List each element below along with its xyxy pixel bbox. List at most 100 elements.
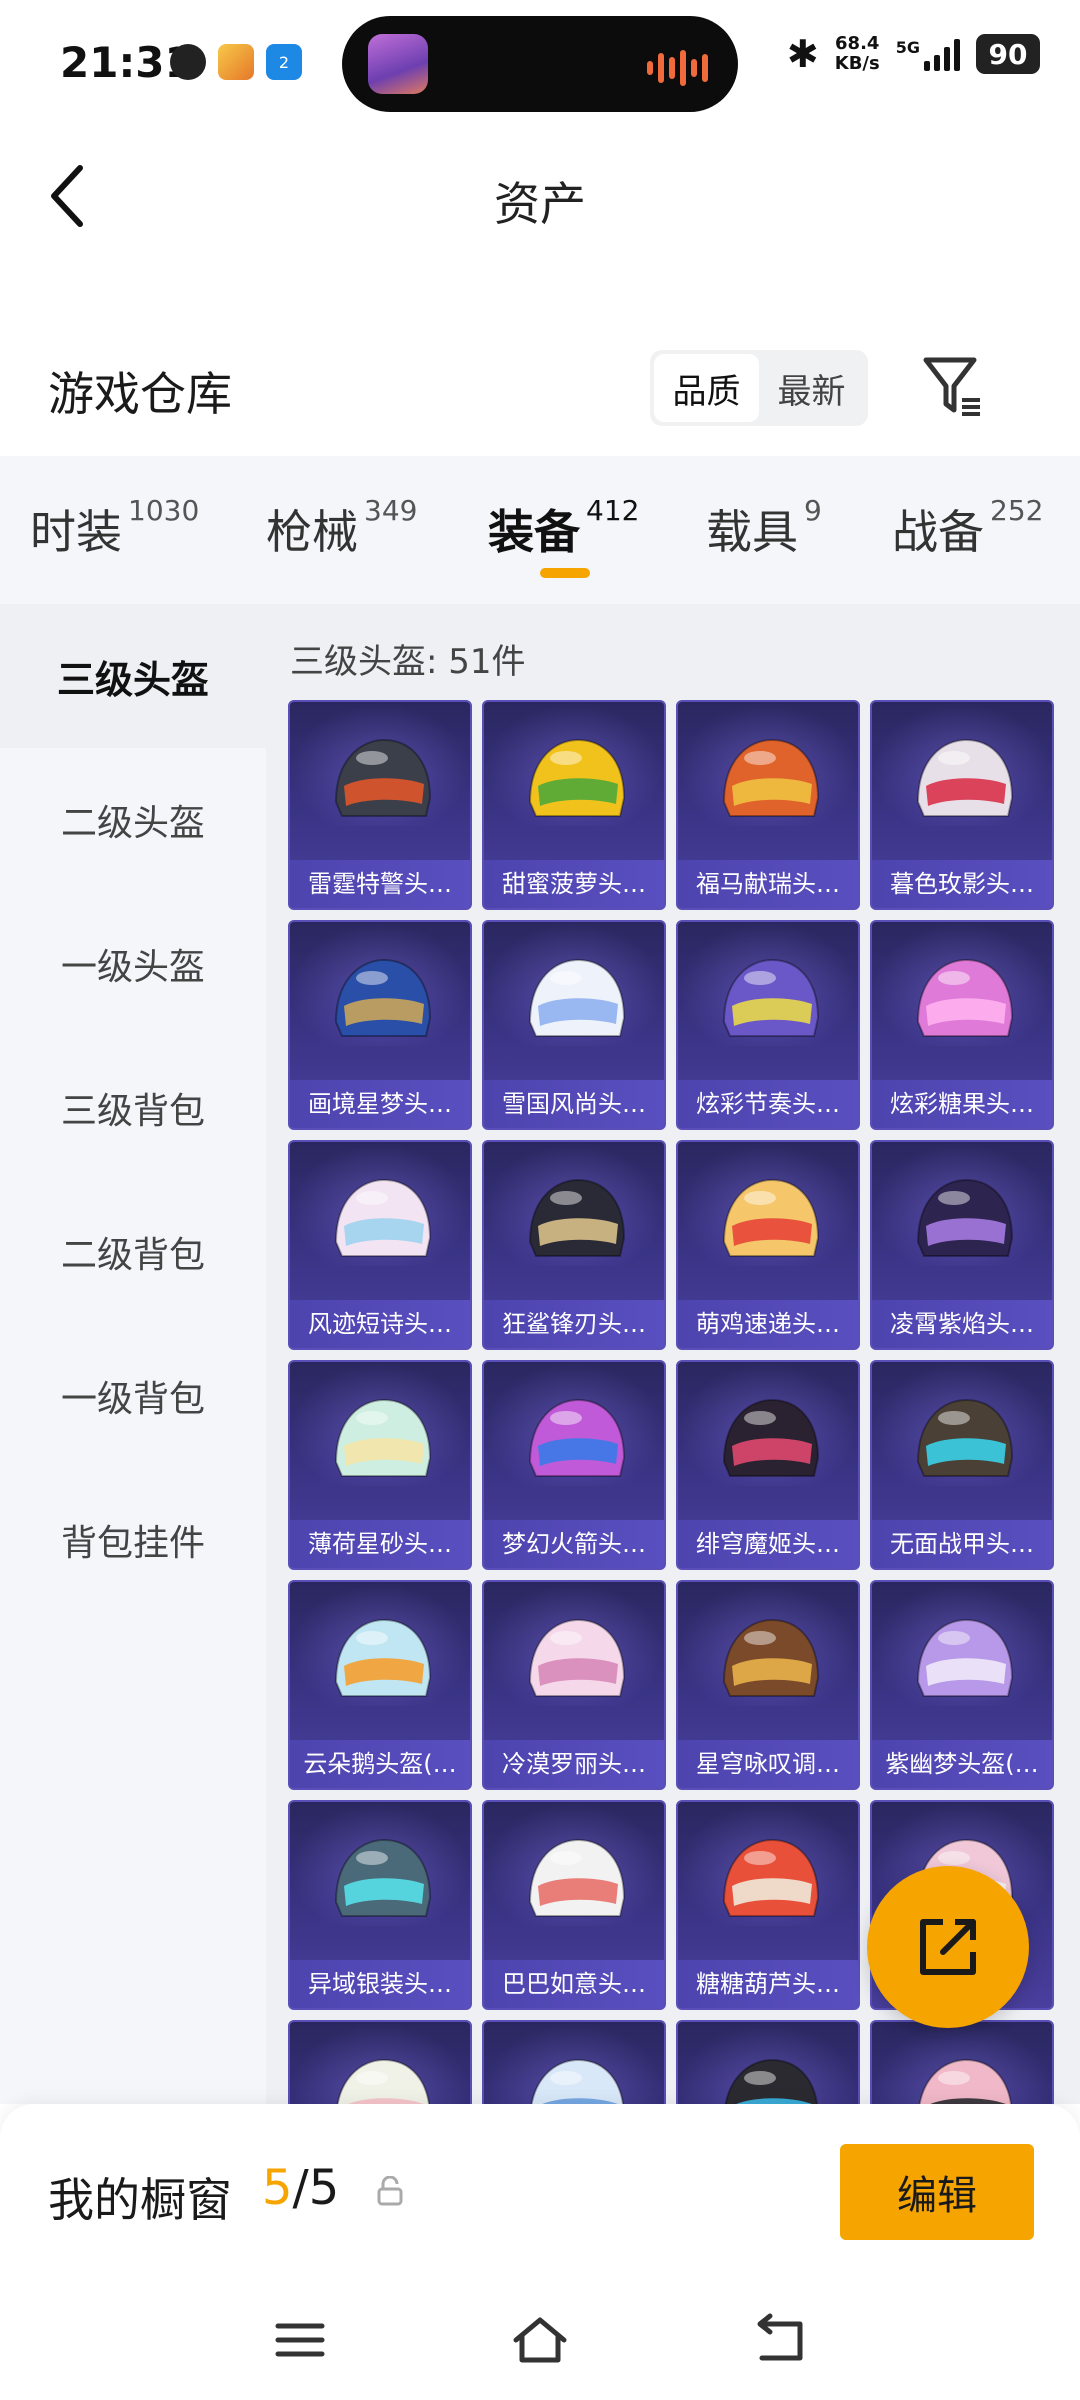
item-card[interactable]: 福马献瑞头… [676,700,860,910]
sidebar-item-level2-backpack[interactable]: 二级背包 [0,1180,266,1324]
item-card[interactable]: 紫幽梦头盔(… [870,1580,1054,1790]
flame-app-icon [170,44,206,80]
tab-count: 9 [804,494,822,527]
helmet-icon [528,738,626,817]
tab-fashion[interactable]: 时装 1030 [30,494,200,562]
tab-count: 252 [990,494,1044,527]
battery-icon: 90 [976,34,1040,74]
showcase-count: 5/5 [262,2160,339,2216]
tab-supplies[interactable]: 战备 252 [892,494,1044,562]
helmet-icon [722,1178,820,1257]
helmet-icon [916,738,1014,817]
item-name: 甜蜜菠萝头… [484,860,664,908]
helmet-icon [336,2058,430,2104]
item-name: 云朵鹅头盔(… [290,1740,470,1788]
tab-equipment[interactable]: 装备 412 [488,494,640,562]
item-card[interactable] [288,2020,472,2104]
item-card[interactable]: 甜蜜菠萝头… [482,700,666,910]
helmet-icon [916,1178,1014,1257]
sidebar-item-level3-helmet[interactable]: 三级头盔 [0,604,266,748]
helmet-icon [530,2058,624,2104]
helmet-icon [528,1178,626,1257]
sidebar-item-level1-backpack[interactable]: 一级背包 [0,1324,266,1468]
item-name: 雪国风尚头… [484,1080,664,1128]
helmet-icon [916,1618,1014,1697]
helmet-icon [334,1178,432,1257]
item-name: 炫彩节奏头… [678,1080,858,1128]
sort-quality-button[interactable]: 品质 [654,354,759,422]
tab-label: 时装 [30,505,122,559]
item-card[interactable]: 炫彩节奏头… [676,920,860,1130]
tab-vehicles[interactable]: 载具 9 [706,494,822,562]
helmet-icon [528,1398,626,1477]
item-card[interactable]: 梦幻火箭头… [482,1360,666,1570]
item-card[interactable]: 炫彩糖果头… [870,920,1054,1130]
share-icon [920,1919,976,1975]
menu-nav-button[interactable] [270,2310,330,2370]
helmet-icon [722,738,820,817]
helmet-icon [334,738,432,817]
item-card[interactable]: 雷霆特警头… [288,700,472,910]
item-card[interactable]: 画境星梦头… [288,920,472,1130]
tab-label: 枪械 [266,505,358,559]
item-card[interactable]: 异域银装头… [288,1800,472,2010]
sidebar-item-backpack-charm[interactable]: 背包挂件 [0,1468,266,1612]
item-card[interactable]: 无面战甲头… [870,1360,1054,1570]
item-card[interactable]: 风迹短诗头… [288,1140,472,1350]
sort-newest-button[interactable]: 最新 [759,354,864,422]
item-card[interactable] [870,2020,1054,2104]
item-card[interactable]: 巴巴如意头… [482,1800,666,2010]
back-nav-button[interactable] [750,2310,810,2370]
item-name: 梦幻火箭头… [484,1520,664,1568]
tab-count: 412 [586,494,640,527]
helmet-icon [334,1838,432,1917]
edit-button[interactable]: 编辑 [840,2144,1034,2240]
sidebar-item-level1-helmet[interactable]: 一级头盔 [0,892,266,1036]
item-name: 糖糖葫芦头… [678,1960,858,2008]
sidebar-item-level3-backpack[interactable]: 三级背包 [0,1036,266,1180]
item-card[interactable] [482,2020,666,2104]
item-name: 绯穹魔姬头… [678,1520,858,1568]
item-card[interactable]: 绯穹魔姬头… [676,1360,860,1570]
tab-weapons[interactable]: 枪械 349 [266,494,417,562]
item-card[interactable]: 雪国风尚头… [482,920,666,1130]
showcase-bar: 我的橱窗 5/5 编辑 [0,2104,1080,2284]
signal-icon: 5G [896,37,960,71]
item-card[interactable]: 糖糖葫芦头… [676,1800,860,2010]
showcase-label: 我的橱窗 [48,2173,232,2227]
item-card[interactable]: 萌鸡速递头… [676,1140,860,1350]
system-navigation-bar [0,2284,1080,2400]
home-nav-button[interactable] [510,2310,570,2370]
tab-count: 1030 [128,494,200,527]
active-tab-indicator [540,568,590,578]
item-card[interactable]: 薄荷星砂头… [288,1360,472,1570]
game-app-icon [218,44,254,80]
status-bar: 21:31 2 ✱ 68.4 KB/s 5G 90 [0,0,1080,130]
sidebar-item-level2-helmet[interactable]: 二级头盔 [0,748,266,892]
item-count: 三级头盔: 51件 [290,642,526,682]
dynamic-island[interactable] [342,16,738,112]
bluetooth-icon: ✱ [786,32,819,76]
item-card[interactable]: 星穹咏叹调… [676,1580,860,1790]
item-name: 星穹咏叹调… [678,1740,858,1788]
item-card[interactable]: 暮色玫影头… [870,700,1054,910]
item-card[interactable]: 云朵鹅头盔(… [288,1580,472,1790]
item-card[interactable] [676,2020,860,2104]
status-right: ✱ 68.4 KB/s 5G 90 [787,32,1040,76]
broadcast-badge-icon: 2 [266,44,302,80]
filter-button[interactable] [918,352,988,422]
tab-label: 装备 [488,505,580,559]
helmet-icon [916,958,1014,1037]
item-card[interactable]: 狂鲨锋刃头… [482,1140,666,1350]
item-card[interactable]: 冷漠罗丽头… [482,1580,666,1790]
item-card[interactable]: 凌霄紫焰头… [870,1140,1054,1350]
helmet-icon [334,1618,432,1697]
media-thumbnail [368,34,428,94]
item-name: 狂鲨锋刃头… [484,1300,664,1348]
showcase-total: /5 [292,2160,340,2216]
item-name: 雷霆特警头… [290,860,470,908]
tab-label: 载具 [706,505,798,559]
page-title: 资产 [494,177,586,231]
share-button[interactable] [867,1866,1029,2028]
item-name: 无面战甲头… [872,1520,1052,1568]
